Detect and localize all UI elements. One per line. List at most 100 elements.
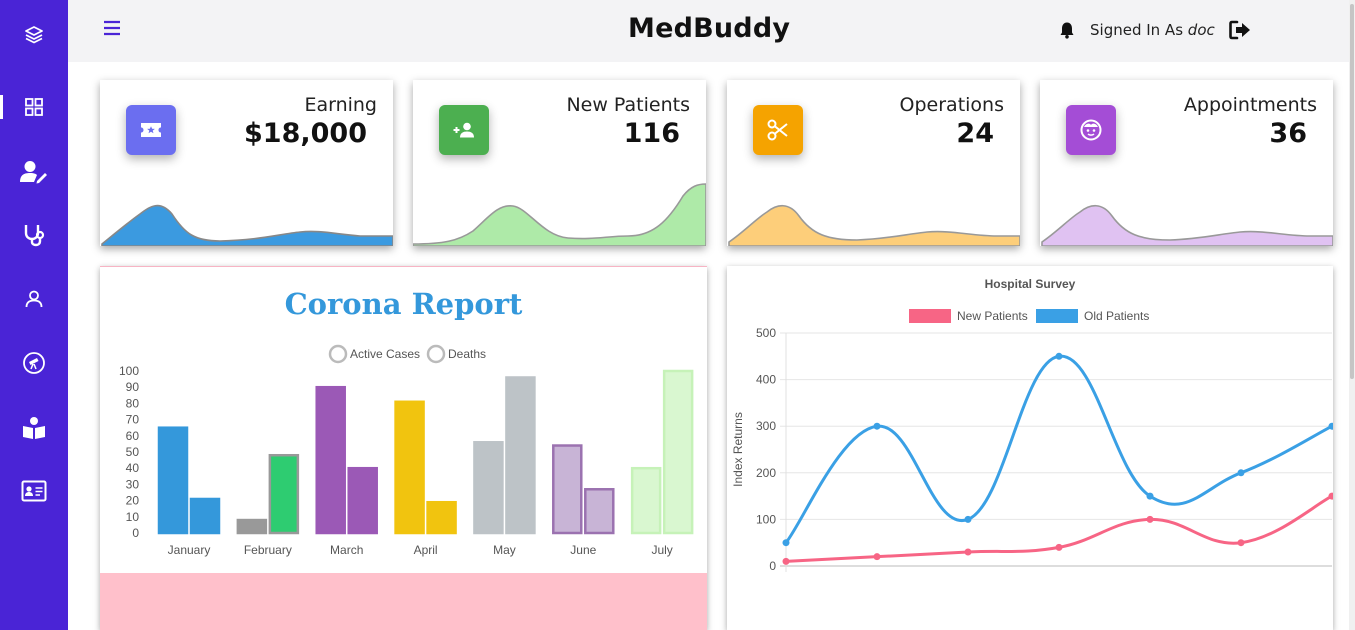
stat-title: Operations — [899, 94, 1004, 116]
chart-title: Hospital Survey — [985, 277, 1076, 291]
bar — [630, 466, 662, 535]
bar — [315, 385, 346, 535]
menu-toggle-button[interactable] — [102, 18, 122, 38]
bar — [584, 488, 615, 535]
bar — [426, 500, 457, 535]
data-point — [964, 515, 972, 523]
legend-label: New Patients — [957, 309, 1028, 323]
top-navbar: MedBuddy Signed In As doc — [68, 0, 1355, 62]
corona-report-panel: Corona Report Active Cases Deaths 0 10 20 30 4… — [100, 266, 707, 630]
data-point — [782, 557, 790, 565]
ticket-icon — [141, 123, 161, 137]
corona-report-footer — [100, 573, 707, 630]
data-point — [964, 548, 972, 556]
y-tick-label: 400 — [756, 373, 776, 387]
data-point — [1237, 469, 1245, 477]
y-tick-label: 90 — [126, 380, 140, 394]
stat-badge — [1066, 105, 1116, 155]
data-point — [873, 422, 881, 430]
legend-label: Active Cases — [350, 347, 420, 361]
add-user-icon — [453, 122, 474, 138]
bar — [552, 444, 583, 535]
sidebar — [0, 0, 68, 630]
sidebar-item-home[interactable] — [0, 15, 68, 55]
sidebar-item-checkup[interactable] — [0, 215, 68, 255]
stat-value: 116 — [623, 118, 680, 149]
stat-title: Appointments — [1183, 94, 1317, 116]
telescope-icon — [23, 352, 45, 374]
stat-value: 24 — [956, 118, 994, 149]
stethoscope-icon — [24, 225, 45, 247]
x-tick-label: March — [330, 543, 363, 557]
bar — [394, 400, 425, 535]
x-tick-label: July — [651, 543, 672, 557]
stat-wave — [101, 204, 393, 246]
bar — [268, 453, 300, 535]
stat-wave — [728, 204, 1020, 246]
data-point — [1146, 515, 1154, 523]
stat-card-new-patients: New Patients 116 — [413, 80, 706, 246]
bar — [347, 466, 378, 535]
y-tick-label: 10 — [126, 510, 140, 524]
stat-badge — [126, 105, 176, 155]
baby-face-icon — [1080, 119, 1102, 141]
y-tick-label: 70 — [126, 413, 140, 427]
data-point — [873, 553, 881, 561]
data-point — [1146, 492, 1154, 500]
bar — [157, 426, 189, 535]
sidebar-item-education[interactable] — [0, 408, 68, 448]
y-tick-label: 20 — [126, 494, 140, 508]
legend-label: Old Patients — [1084, 309, 1149, 323]
data-point — [1237, 539, 1245, 547]
user-area: Signed In As doc — [1058, 20, 1251, 40]
scissors-icon — [767, 119, 788, 141]
logout-icon[interactable] — [1228, 20, 1251, 40]
y-tick-label: 80 — [126, 396, 140, 410]
bar — [473, 441, 504, 535]
legend-swatch — [1036, 309, 1078, 323]
y-tick-label: 0 — [132, 526, 139, 540]
x-tick-label: April — [414, 543, 438, 557]
legend-label: Deaths — [448, 347, 486, 361]
hospital-survey-panel: Hospital Survey New Patients Old Patients 0… — [727, 266, 1333, 630]
legend-marker — [328, 344, 348, 364]
y-tick-label: 300 — [756, 419, 776, 433]
y-axis-label: Index Returns — [731, 412, 745, 487]
series-line — [785, 494, 1333, 563]
data-point — [1055, 543, 1063, 551]
user-icon — [25, 290, 43, 308]
bar — [662, 369, 694, 535]
stat-badge — [439, 105, 489, 155]
stat-badge — [753, 105, 803, 155]
x-tick-label: February — [244, 543, 292, 557]
legend-swatch — [909, 309, 951, 323]
page-scrollbar[interactable] — [1349, 0, 1355, 630]
bar — [189, 497, 221, 535]
y-tick-label: 60 — [126, 429, 140, 443]
bell-icon[interactable] — [1058, 21, 1076, 39]
stat-value: $18,000 — [244, 118, 367, 149]
layers-icon — [25, 26, 43, 44]
y-tick-label: 40 — [126, 461, 140, 475]
y-tick-label: 30 — [126, 477, 140, 491]
hospital-survey-line-chart: Hospital Survey New Patients Old Patients 0… — [731, 277, 1333, 573]
y-tick-label: 0 — [769, 559, 776, 573]
x-tick-label: June — [570, 543, 596, 557]
dashboard-icon — [25, 98, 43, 116]
stat-card-operations: Operations 24 — [727, 80, 1020, 246]
sidebar-item-research[interactable] — [0, 343, 68, 383]
sidebar-item-records[interactable] — [0, 471, 68, 511]
corona-bar-chart: Active Cases Deaths 0 10 20 30 40 50 60 70 80 90 100… — [119, 344, 694, 557]
wave-area — [413, 183, 706, 246]
reader-icon — [23, 417, 45, 439]
id-card-icon — [21, 480, 47, 502]
sidebar-item-doctors[interactable] — [0, 152, 68, 192]
scrollbar-thumb[interactable] — [1350, 4, 1354, 379]
legend-marker — [426, 344, 446, 364]
signed-in-text: Signed In As doc — [1090, 21, 1215, 39]
y-tick-label: 200 — [756, 466, 776, 480]
sidebar-item-patients[interactable] — [0, 279, 68, 319]
series-line — [784, 354, 1333, 544]
sidebar-item-dashboard[interactable] — [0, 87, 68, 127]
data-point — [782, 539, 790, 547]
